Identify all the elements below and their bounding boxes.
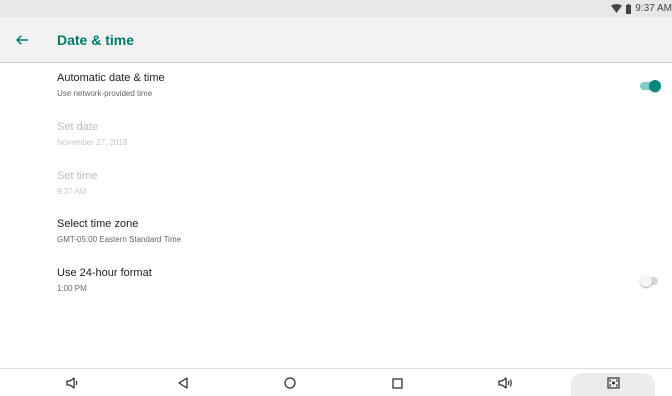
setting-title: Set time xyxy=(57,170,98,182)
setting-title: Automatic date & time xyxy=(57,72,165,84)
screenshot-icon xyxy=(606,377,620,389)
wifi-icon xyxy=(611,4,623,13)
arrow-back-icon xyxy=(16,35,28,45)
setting-title: Set date xyxy=(57,121,98,133)
back-button[interactable] xyxy=(8,27,36,53)
status-bar: 9:37 AM xyxy=(0,0,672,17)
setting-summary: Use network-provided time xyxy=(57,89,153,98)
navigation-bar xyxy=(0,368,672,396)
setting-select-time-zone[interactable]: Select time zone GMT-05:00 Eastern Stand… xyxy=(0,218,672,264)
page-title: Date & time xyxy=(57,32,135,48)
setting-set-time: Set time 9:37 AM xyxy=(0,170,672,216)
home-icon xyxy=(284,377,296,389)
setting-title: Select time zone xyxy=(57,218,139,230)
setting-summary: GMT-05:00 Eastern Standard Time xyxy=(57,235,182,244)
switch-thumb xyxy=(640,275,652,287)
status-icons: 9:37 AM xyxy=(611,2,672,15)
volume-down-icon xyxy=(66,377,78,389)
use-24-hour-format-switch[interactable] xyxy=(640,275,660,287)
volume-up-icon xyxy=(498,377,512,389)
screenshot-button[interactable] xyxy=(601,373,625,393)
back-nav-button[interactable] xyxy=(171,373,195,393)
volume-down-button[interactable] xyxy=(61,373,85,393)
recents-button[interactable] xyxy=(385,373,409,393)
setting-set-date: Set date November 27, 2018 xyxy=(0,121,672,167)
setting-title: Use 24-hour format xyxy=(57,267,152,279)
status-time: 9:37 AM xyxy=(635,3,672,14)
recents-icon xyxy=(391,377,403,389)
setting-use-24-hour-format[interactable]: Use 24-hour format 1:00 PM xyxy=(0,267,672,313)
switch-thumb xyxy=(649,80,661,92)
setting-summary: 9:37 AM xyxy=(57,187,87,196)
automatic-date-time-switch[interactable] xyxy=(640,80,661,92)
app-bar: Date & time xyxy=(0,17,672,63)
volume-up-button[interactable] xyxy=(494,373,518,393)
settings-list: Automatic date & time Use network-provid… xyxy=(0,63,672,368)
setting-summary: 1:00 PM xyxy=(57,284,87,293)
back-icon xyxy=(178,377,188,389)
setting-automatic-date-time[interactable]: Automatic date & time Use network-provid… xyxy=(0,72,672,118)
setting-summary: November 27, 2018 xyxy=(57,138,128,147)
battery-icon xyxy=(626,3,632,14)
home-button[interactable] xyxy=(278,373,302,393)
